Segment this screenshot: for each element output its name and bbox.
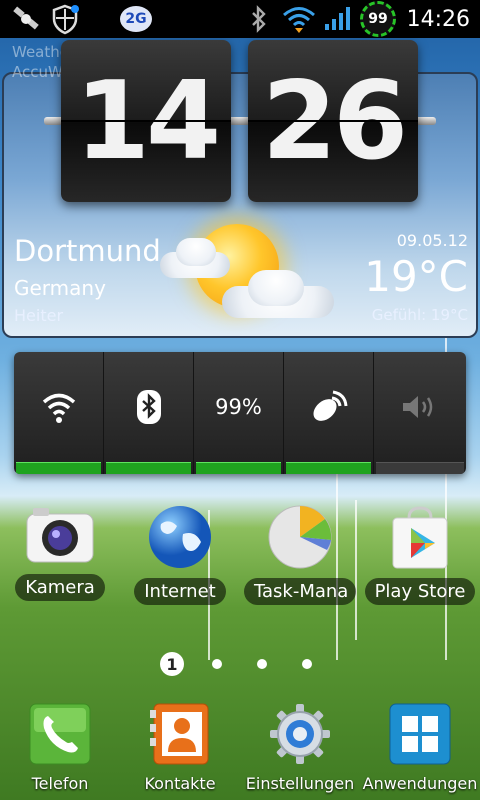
dock-label: Anwendungen — [362, 774, 478, 793]
gps-toggle-indicator — [286, 462, 371, 474]
gps-icon — [312, 390, 347, 421]
shield-icon — [48, 0, 82, 38]
battery-toggle[interactable]: 99% — [194, 352, 284, 474]
page-dot[interactable] — [302, 659, 312, 669]
sound-toggle[interactable] — [374, 352, 466, 474]
wifi-toggle-indicator — [16, 462, 101, 474]
page-indicator[interactable]: 1 — [0, 652, 480, 676]
status-clock: 14:26 — [406, 6, 470, 32]
wifi-icon — [42, 393, 75, 423]
weather-city: Dortmund — [14, 234, 161, 268]
weather-country: Germany — [14, 276, 106, 300]
app-play-store[interactable]: Play Store — [360, 504, 480, 609]
app-label: Internet — [134, 578, 226, 605]
bluetooth-toggle-indicator — [106, 462, 191, 474]
volume-icon — [403, 396, 433, 418]
weather-condition: Heiter — [14, 306, 64, 325]
flip-divider — [248, 120, 418, 122]
app-internet[interactable]: Internet — [120, 504, 240, 609]
page-dot-current[interactable]: 1 — [160, 652, 184, 676]
dock-einstellungen[interactable]: Einstellungen — [240, 702, 360, 793]
app-label: Task-Mana — [244, 578, 356, 605]
bluetooth-icon — [246, 0, 272, 38]
wifi-icon — [280, 0, 318, 38]
camera-icon — [26, 508, 94, 563]
gear-icon — [270, 704, 330, 764]
sound-toggle-indicator — [376, 462, 464, 474]
page-dot[interactable] — [212, 659, 222, 669]
flip-clock-hours[interactable]: 14 — [61, 40, 231, 202]
app-kamera[interactable]: Kamera — [0, 504, 120, 605]
weather-date: 09.05.12 — [396, 231, 468, 250]
status-bar[interactable]: 2G 99 14:26 — [0, 0, 480, 38]
wifi-toggle[interactable] — [14, 352, 104, 474]
battery-indicator: 99 — [360, 1, 396, 37]
dock-kontakte[interactable]: Kontakte — [120, 702, 240, 793]
play-store-icon — [392, 506, 448, 569]
contacts-icon — [150, 703, 209, 765]
app-label: Play Store — [364, 578, 476, 605]
satellite-icon — [8, 0, 44, 38]
dock-label: Telefon — [31, 774, 89, 793]
bluetooth-toggle[interactable] — [104, 352, 194, 474]
flip-clock-minutes[interactable]: 26 — [248, 40, 418, 202]
flip-divider — [61, 120, 231, 122]
pie-chart-icon — [268, 505, 332, 569]
dock-anwendungen[interactable]: Anwendungen — [360, 702, 480, 793]
globe-icon — [149, 506, 211, 568]
signal-icon — [322, 0, 354, 38]
phone-icon — [29, 703, 91, 765]
gps-toggle[interactable] — [284, 352, 374, 474]
app-task-manager[interactable]: Task-Mana — [240, 504, 360, 609]
network-type-badge: 2G — [120, 6, 152, 32]
dock-label: Kontakte — [144, 774, 216, 793]
power-control-widget: 99% — [14, 352, 466, 474]
weather-temperature: 19°C — [364, 252, 468, 301]
battery-percent-label: 99% — [215, 395, 262, 419]
apps-grid-icon — [389, 703, 451, 765]
weather-feels-like: Gefühl: 19°C — [371, 306, 468, 324]
page-dot[interactable] — [257, 659, 267, 669]
dock-telefon[interactable]: Telefon — [0, 702, 120, 793]
battery-toggle-indicator — [196, 462, 281, 474]
dock-label: Einstellungen — [245, 774, 355, 793]
app-label: Kamera — [15, 574, 105, 601]
bluetooth-icon — [136, 390, 161, 424]
